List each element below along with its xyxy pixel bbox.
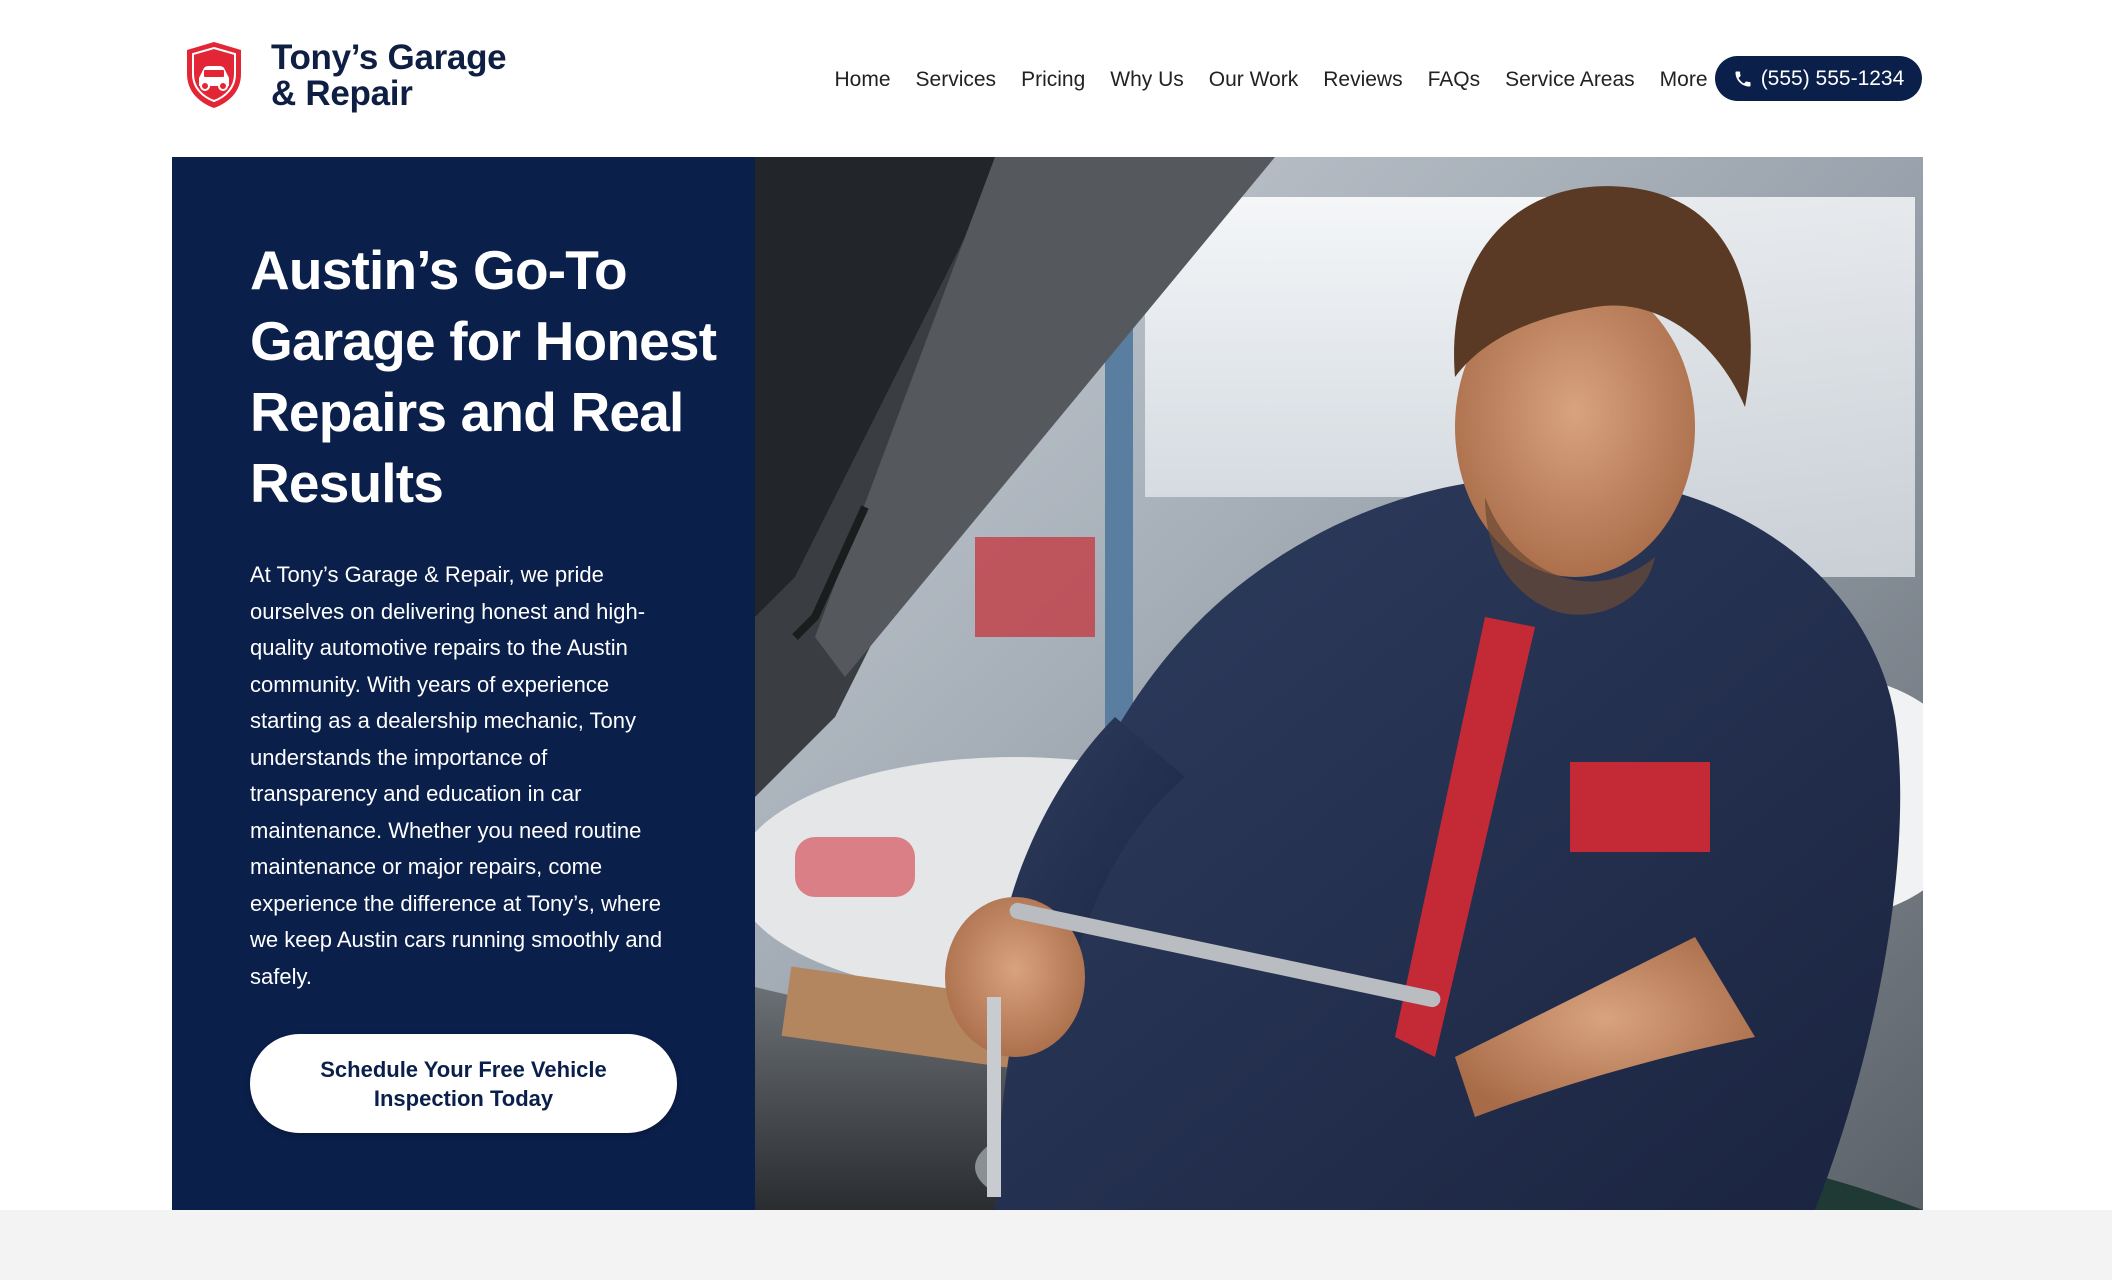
brand-name[interactable]: Tony’s Garage & Repair [271,40,531,112]
nav-more[interactable]: More [1660,68,1708,92]
hero-description: At Tony’s Garage & Repair, we pride ours… [250,562,663,989]
next-section-band [0,1210,2112,1280]
brand-logo[interactable]: Tony’s Garage & Repair [183,40,507,112]
cta-label: Schedule Your Free Vehicle Inspection To… [320,1056,607,1111]
nav-services[interactable]: Services [916,68,997,92]
nav-pricing[interactable]: Pricing [1021,68,1085,92]
hero-panel: Austin’s Go-To Garage for Honest Repairs… [172,157,755,1210]
nav-service-areas[interactable]: Service Areas [1505,68,1635,92]
shield-car-icon [187,42,241,108]
hero-mechanic-image [755,157,1923,1210]
nav-our-work[interactable]: Our Work [1209,68,1298,92]
mechanic-photo [755,157,1923,1210]
nav-faqs[interactable]: FAQs [1428,68,1481,92]
hero-title: Austin’s Go-To Garage for Honest Repairs… [250,239,717,514]
nav-home[interactable]: Home [835,68,891,92]
phone-icon [1735,71,1751,86]
main-nav: Home Services Pricing Why Us Our Work Re… [822,56,1720,104]
schedule-inspection-button[interactable]: Schedule Your Free Vehicle Inspection To… [250,1034,677,1133]
nav-why-us[interactable]: Why Us [1110,68,1184,92]
phone-button[interactable]: (555) 555-1234 [1715,56,1922,101]
phone-number: (555) 555-1234 [1760,66,1905,90]
site-header: Tony’s Garage & Repair Home Services Pri… [0,0,2112,157]
nav-reviews[interactable]: Reviews [1323,68,1402,92]
